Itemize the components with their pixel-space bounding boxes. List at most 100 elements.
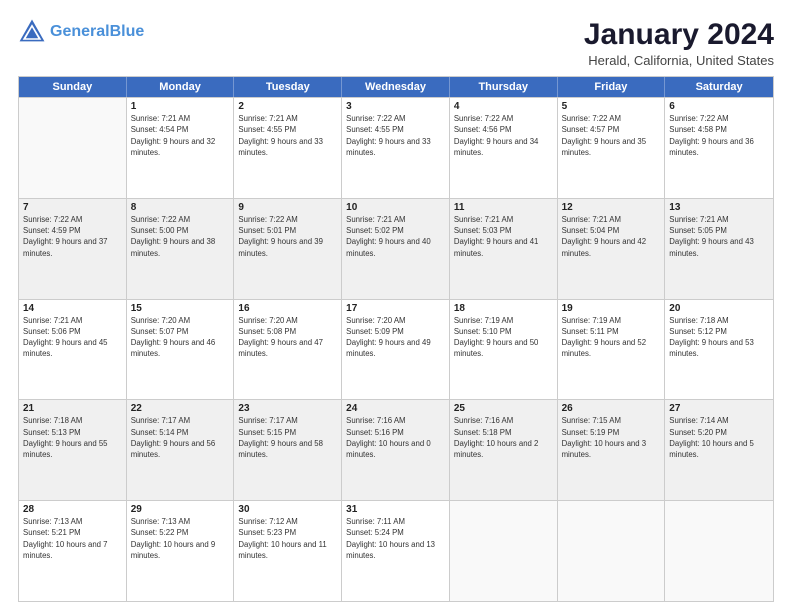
- day-info: Sunrise: 7:21 AM Sunset: 5:06 PM Dayligh…: [23, 315, 122, 360]
- day-info: Sunrise: 7:13 AM Sunset: 5:21 PM Dayligh…: [23, 516, 122, 561]
- day-info: Sunrise: 7:22 AM Sunset: 4:56 PM Dayligh…: [454, 113, 553, 158]
- day-info: Sunrise: 7:15 AM Sunset: 5:19 PM Dayligh…: [562, 415, 661, 460]
- title-block: January 2024 Herald, California, United …: [584, 18, 774, 68]
- day-number: 28: [23, 504, 122, 515]
- logo-line2: Blue: [110, 23, 145, 40]
- day-number: 10: [346, 202, 445, 213]
- day-info: Sunrise: 7:20 AM Sunset: 5:07 PM Dayligh…: [131, 315, 230, 360]
- calendar-cell-1-1: [19, 98, 127, 198]
- calendar-cell-4-7: 27Sunrise: 7:14 AM Sunset: 5:20 PM Dayli…: [665, 400, 773, 500]
- logo-line1: General: [50, 23, 110, 40]
- calendar-cell-4-5: 25Sunrise: 7:16 AM Sunset: 5:18 PM Dayli…: [450, 400, 558, 500]
- calendar-cell-3-7: 20Sunrise: 7:18 AM Sunset: 5:12 PM Dayli…: [665, 300, 773, 400]
- day-info: Sunrise: 7:22 AM Sunset: 5:01 PM Dayligh…: [238, 214, 337, 259]
- calendar-cell-1-5: 4Sunrise: 7:22 AM Sunset: 4:56 PM Daylig…: [450, 98, 558, 198]
- calendar-header-wednesday: Wednesday: [342, 77, 450, 97]
- day-number: 24: [346, 403, 445, 414]
- calendar-cell-1-3: 2Sunrise: 7:21 AM Sunset: 4:55 PM Daylig…: [234, 98, 342, 198]
- day-number: 3: [346, 101, 445, 112]
- calendar-cell-2-2: 8Sunrise: 7:22 AM Sunset: 5:00 PM Daylig…: [127, 199, 235, 299]
- calendar-cell-5-2: 29Sunrise: 7:13 AM Sunset: 5:22 PM Dayli…: [127, 501, 235, 601]
- day-number: 2: [238, 101, 337, 112]
- calendar-cell-1-4: 3Sunrise: 7:22 AM Sunset: 4:55 PM Daylig…: [342, 98, 450, 198]
- calendar-header-row: SundayMondayTuesdayWednesdayThursdayFrid…: [19, 77, 773, 97]
- day-number: 4: [454, 101, 553, 112]
- calendar-cell-2-3: 9Sunrise: 7:22 AM Sunset: 5:01 PM Daylig…: [234, 199, 342, 299]
- logo-text: GeneralBlue: [50, 22, 144, 41]
- day-info: Sunrise: 7:17 AM Sunset: 5:14 PM Dayligh…: [131, 415, 230, 460]
- calendar-week-4: 21Sunrise: 7:18 AM Sunset: 5:13 PM Dayli…: [19, 399, 773, 500]
- day-info: Sunrise: 7:21 AM Sunset: 4:54 PM Dayligh…: [131, 113, 230, 158]
- calendar-week-1: 1Sunrise: 7:21 AM Sunset: 4:54 PM Daylig…: [19, 97, 773, 198]
- day-number: 19: [562, 303, 661, 314]
- day-number: 27: [669, 403, 769, 414]
- subtitle: Herald, California, United States: [584, 53, 774, 68]
- logo: GeneralBlue: [18, 18, 144, 46]
- calendar-cell-1-2: 1Sunrise: 7:21 AM Sunset: 4:54 PM Daylig…: [127, 98, 235, 198]
- calendar-week-2: 7Sunrise: 7:22 AM Sunset: 4:59 PM Daylig…: [19, 198, 773, 299]
- calendar-body: 1Sunrise: 7:21 AM Sunset: 4:54 PM Daylig…: [19, 97, 773, 601]
- calendar-cell-3-2: 15Sunrise: 7:20 AM Sunset: 5:07 PM Dayli…: [127, 300, 235, 400]
- day-number: 21: [23, 403, 122, 414]
- day-info: Sunrise: 7:18 AM Sunset: 5:12 PM Dayligh…: [669, 315, 769, 360]
- day-number: 11: [454, 202, 553, 213]
- calendar-cell-3-6: 19Sunrise: 7:19 AM Sunset: 5:11 PM Dayli…: [558, 300, 666, 400]
- day-number: 1: [131, 101, 230, 112]
- day-number: 30: [238, 504, 337, 515]
- day-number: 15: [131, 303, 230, 314]
- main-title: January 2024: [584, 18, 774, 51]
- day-number: 16: [238, 303, 337, 314]
- calendar-cell-2-6: 12Sunrise: 7:21 AM Sunset: 5:04 PM Dayli…: [558, 199, 666, 299]
- day-info: Sunrise: 7:16 AM Sunset: 5:16 PM Dayligh…: [346, 415, 445, 460]
- day-number: 22: [131, 403, 230, 414]
- calendar-cell-2-5: 11Sunrise: 7:21 AM Sunset: 5:03 PM Dayli…: [450, 199, 558, 299]
- day-info: Sunrise: 7:21 AM Sunset: 5:02 PM Dayligh…: [346, 214, 445, 259]
- day-info: Sunrise: 7:17 AM Sunset: 5:15 PM Dayligh…: [238, 415, 337, 460]
- day-info: Sunrise: 7:22 AM Sunset: 5:00 PM Dayligh…: [131, 214, 230, 259]
- calendar-cell-5-7: [665, 501, 773, 601]
- day-number: 18: [454, 303, 553, 314]
- day-info: Sunrise: 7:20 AM Sunset: 5:08 PM Dayligh…: [238, 315, 337, 360]
- day-info: Sunrise: 7:22 AM Sunset: 4:57 PM Dayligh…: [562, 113, 661, 158]
- calendar-cell-3-4: 17Sunrise: 7:20 AM Sunset: 5:09 PM Dayli…: [342, 300, 450, 400]
- calendar-header-sunday: Sunday: [19, 77, 127, 97]
- header: GeneralBlue January 2024 Herald, Califor…: [18, 18, 774, 68]
- calendar-cell-3-1: 14Sunrise: 7:21 AM Sunset: 5:06 PM Dayli…: [19, 300, 127, 400]
- calendar-cell-4-6: 26Sunrise: 7:15 AM Sunset: 5:19 PM Dayli…: [558, 400, 666, 500]
- calendar-week-5: 28Sunrise: 7:13 AM Sunset: 5:21 PM Dayli…: [19, 500, 773, 601]
- calendar-cell-5-3: 30Sunrise: 7:12 AM Sunset: 5:23 PM Dayli…: [234, 501, 342, 601]
- calendar-header-monday: Monday: [127, 77, 235, 97]
- calendar-header-saturday: Saturday: [665, 77, 773, 97]
- calendar-cell-5-6: [558, 501, 666, 601]
- day-number: 13: [669, 202, 769, 213]
- calendar-cell-3-3: 16Sunrise: 7:20 AM Sunset: 5:08 PM Dayli…: [234, 300, 342, 400]
- day-number: 12: [562, 202, 661, 213]
- day-number: 17: [346, 303, 445, 314]
- calendar-cell-3-5: 18Sunrise: 7:19 AM Sunset: 5:10 PM Dayli…: [450, 300, 558, 400]
- day-number: 7: [23, 202, 122, 213]
- calendar-week-3: 14Sunrise: 7:21 AM Sunset: 5:06 PM Dayli…: [19, 299, 773, 400]
- day-number: 9: [238, 202, 337, 213]
- day-info: Sunrise: 7:21 AM Sunset: 5:05 PM Dayligh…: [669, 214, 769, 259]
- calendar-header-tuesday: Tuesday: [234, 77, 342, 97]
- day-info: Sunrise: 7:16 AM Sunset: 5:18 PM Dayligh…: [454, 415, 553, 460]
- day-info: Sunrise: 7:14 AM Sunset: 5:20 PM Dayligh…: [669, 415, 769, 460]
- calendar-cell-2-1: 7Sunrise: 7:22 AM Sunset: 4:59 PM Daylig…: [19, 199, 127, 299]
- day-info: Sunrise: 7:19 AM Sunset: 5:10 PM Dayligh…: [454, 315, 553, 360]
- day-info: Sunrise: 7:19 AM Sunset: 5:11 PM Dayligh…: [562, 315, 661, 360]
- calendar-cell-2-7: 13Sunrise: 7:21 AM Sunset: 5:05 PM Dayli…: [665, 199, 773, 299]
- day-number: 8: [131, 202, 230, 213]
- day-info: Sunrise: 7:11 AM Sunset: 5:24 PM Dayligh…: [346, 516, 445, 561]
- calendar-cell-1-7: 6Sunrise: 7:22 AM Sunset: 4:58 PM Daylig…: [665, 98, 773, 198]
- day-number: 26: [562, 403, 661, 414]
- calendar: SundayMondayTuesdayWednesdayThursdayFrid…: [18, 76, 774, 602]
- calendar-header-thursday: Thursday: [450, 77, 558, 97]
- day-number: 20: [669, 303, 769, 314]
- calendar-cell-4-1: 21Sunrise: 7:18 AM Sunset: 5:13 PM Dayli…: [19, 400, 127, 500]
- calendar-cell-5-5: [450, 501, 558, 601]
- calendar-cell-2-4: 10Sunrise: 7:21 AM Sunset: 5:02 PM Dayli…: [342, 199, 450, 299]
- calendar-cell-4-2: 22Sunrise: 7:17 AM Sunset: 5:14 PM Dayli…: [127, 400, 235, 500]
- day-info: Sunrise: 7:21 AM Sunset: 5:04 PM Dayligh…: [562, 214, 661, 259]
- calendar-cell-4-4: 24Sunrise: 7:16 AM Sunset: 5:16 PM Dayli…: [342, 400, 450, 500]
- calendar-cell-4-3: 23Sunrise: 7:17 AM Sunset: 5:15 PM Dayli…: [234, 400, 342, 500]
